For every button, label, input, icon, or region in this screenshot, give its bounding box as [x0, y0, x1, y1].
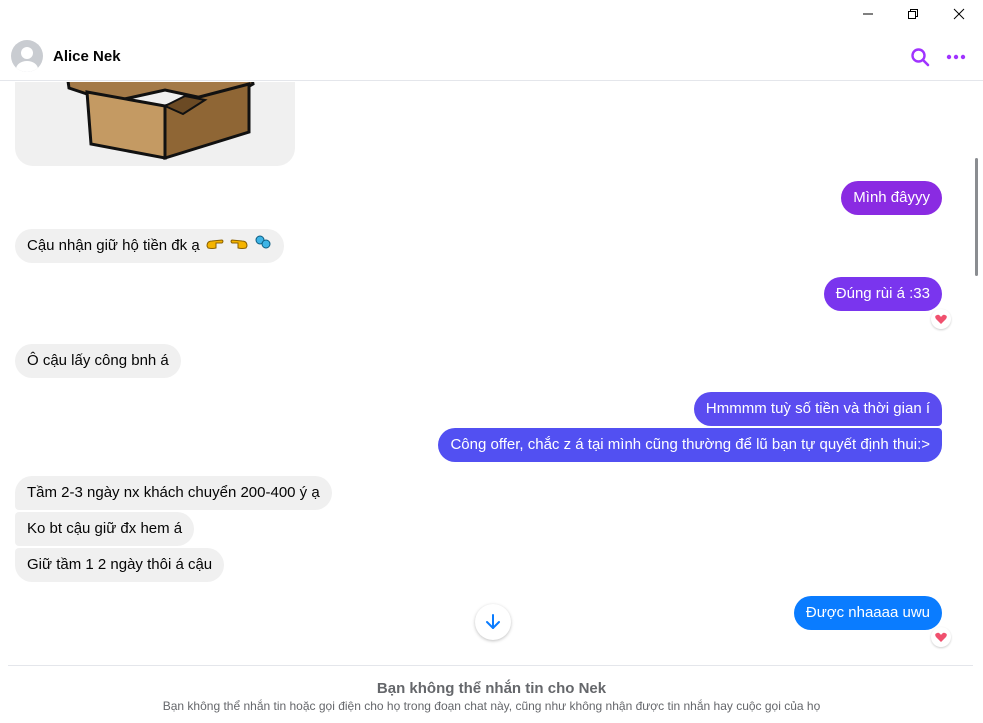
message-text: Ko bt cậu giữ đx hem á: [27, 520, 183, 537]
message-text: Được nhaaaa uwu: [805, 604, 930, 621]
message-incoming[interactable]: Tầm 2-3 ngày nx khách chuyển 200-400 ý ạ: [15, 476, 332, 510]
pointing-left-emoji: [230, 229, 248, 263]
message-outgoing[interactable]: Hmmmm tuỳ số tiền và thời gian í: [693, 392, 942, 426]
minimize-icon: [863, 13, 873, 15]
message-list[interactable]: Mình đâyyy Cậu nhận giữ hộ tiền đk ạ Đún…: [0, 82, 975, 665]
message-outgoing[interactable]: Mình đâyyy: [841, 181, 942, 215]
message-incoming[interactable]: Cậu nhận giữ hộ tiền đk ạ: [15, 229, 285, 263]
search-button[interactable]: [908, 45, 932, 69]
message-text: Hmmmm tuỳ số tiền và thời gian í: [705, 400, 930, 417]
scroll-to-bottom-button[interactable]: [475, 604, 511, 640]
close-icon: [953, 8, 965, 20]
arrow-down-icon: [486, 614, 500, 629]
heart-reaction[interactable]: [931, 309, 951, 329]
cardboard-box-sticker: [66, 82, 255, 161]
image-message[interactable]: [15, 82, 295, 166]
message-text: Công offer, chắc z á tại mình cũng thườn…: [450, 436, 930, 453]
message-outgoing[interactable]: Đúng rùi á :33: [823, 277, 942, 311]
pointing-right-emoji: [206, 229, 224, 263]
message-text: Cậu nhận giữ hộ tiền đk ạ: [27, 237, 200, 254]
window-titlebar: [0, 0, 983, 28]
minimize-button[interactable]: [845, 0, 891, 28]
message-text: Ô cậu lấy công bnh á: [27, 352, 169, 369]
message-incoming[interactable]: Ko bt cậu giữ đx hem á: [15, 512, 195, 546]
message-text: Đúng rùi á :33: [835, 285, 930, 302]
message-outgoing[interactable]: Công offer, chắc z á tại mình cũng thườn…: [438, 428, 942, 462]
contact-name[interactable]: Alice Nek: [53, 48, 121, 65]
more-options-button[interactable]: [944, 45, 968, 69]
more-icon: [946, 54, 966, 60]
scrollbar-thumb[interactable]: [975, 158, 978, 276]
message-text: Giữ tầm 1 2 ngày thôi á cậu: [27, 556, 213, 573]
message-incoming[interactable]: Ô cậu lấy công bnh á: [15, 344, 181, 378]
heart-icon: [935, 314, 947, 324]
blocked-notice-subtitle: Bạn không thể nhắn tin hoặc gọi điện cho…: [162, 699, 821, 713]
message-text: Mình đâyyy: [853, 189, 930, 206]
message-outgoing[interactable]: Được nhaaaa uwu: [793, 596, 942, 630]
search-icon: [911, 48, 930, 67]
conversation-header: Alice Nek: [0, 28, 983, 81]
message-text: Tầm 2-3 ngày nx khách chuyển 200-400 ý ạ: [27, 484, 320, 501]
avatar[interactable]: [11, 40, 43, 72]
sparkle-emoji: [254, 229, 272, 263]
blocked-notice: Bạn không thể nhắn tin cho Nek Bạn không…: [0, 665, 983, 723]
heart-reaction[interactable]: [931, 627, 951, 647]
restore-button[interactable]: [890, 0, 936, 28]
heart-icon: [935, 632, 947, 642]
default-avatar-icon: [16, 47, 38, 72]
close-button[interactable]: [936, 0, 982, 28]
divider: [8, 665, 973, 666]
message-incoming[interactable]: Giữ tầm 1 2 ngày thôi á cậu: [15, 548, 225, 582]
blocked-notice-title: Bạn không thể nhắn tin cho Nek: [376, 680, 607, 697]
restore-icon: [908, 9, 918, 19]
